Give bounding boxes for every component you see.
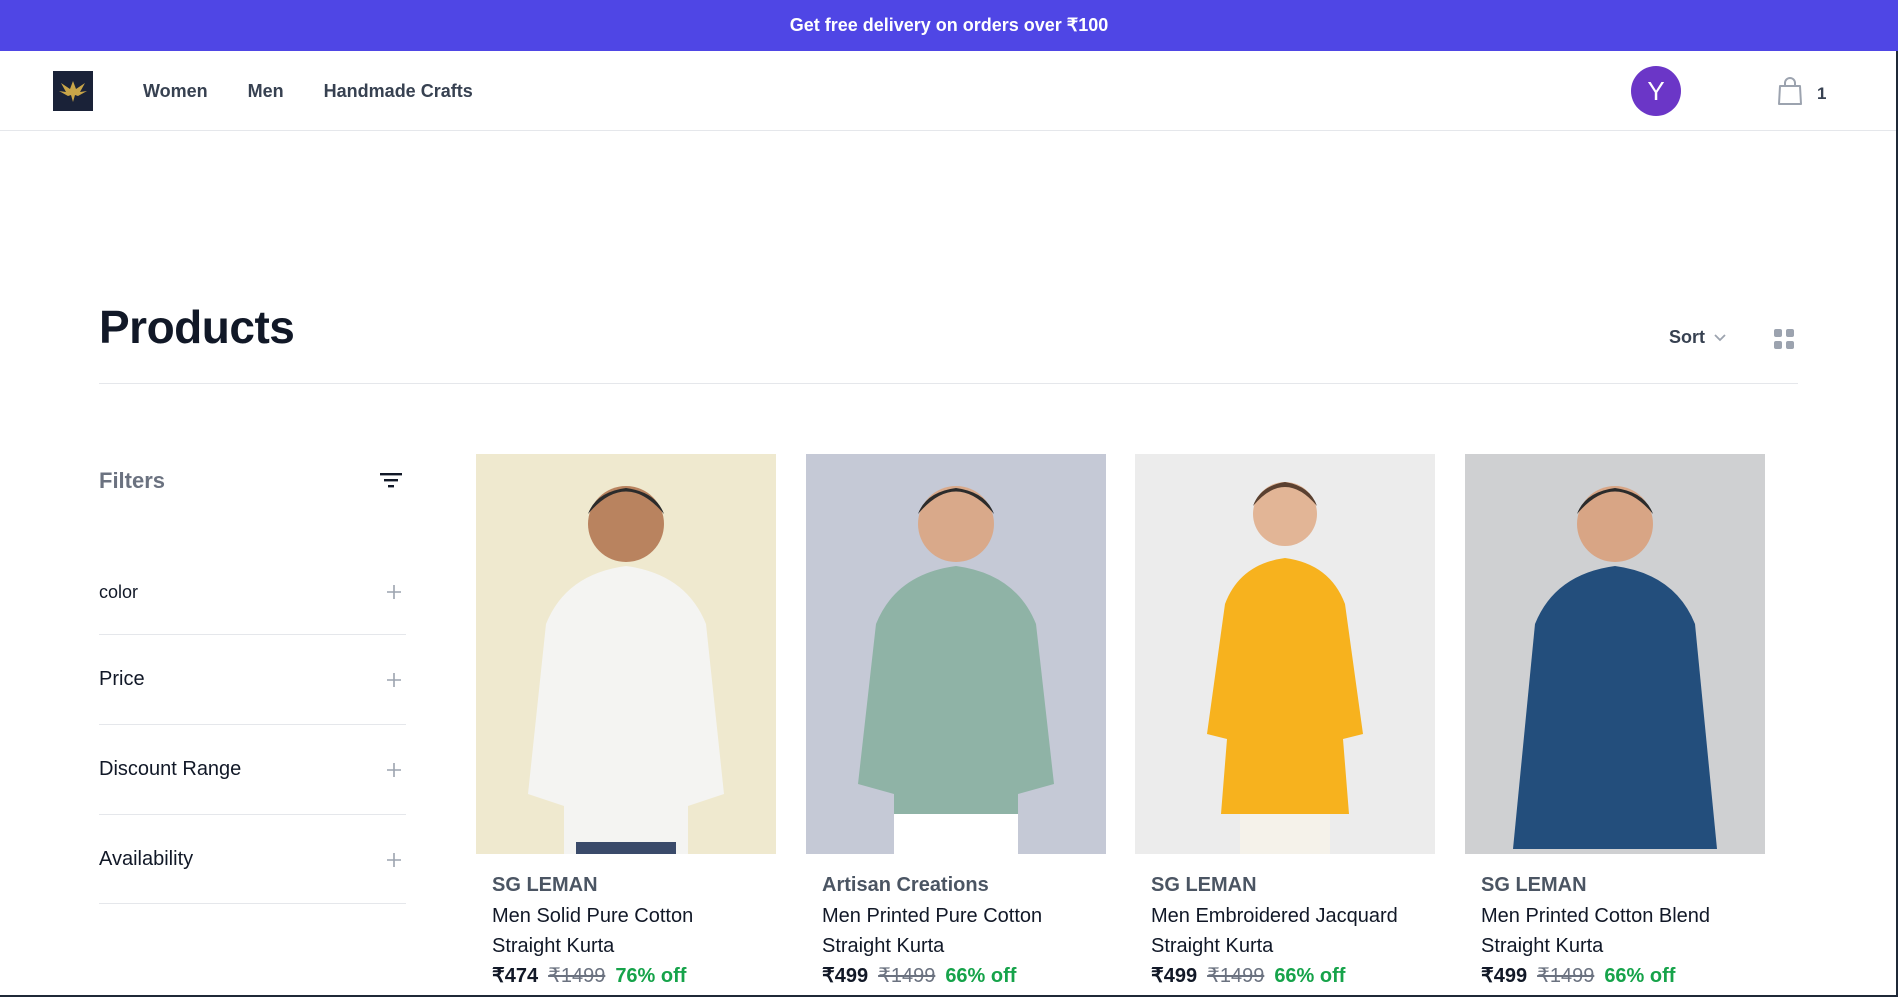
product-name[interactable]: Men Printed Pure Cotton Straight Kurta — [822, 901, 1090, 961]
avatar-initial: Y — [1647, 75, 1665, 106]
product-brand: SG LEMAN — [1481, 874, 1587, 896]
product-image[interactable] — [1465, 454, 1765, 854]
nav-link-men[interactable]: Men — [248, 81, 284, 102]
product-card[interactable]: SG LEMAN Men Embroidered Jacquard Straig… — [1135, 454, 1435, 989]
filter-label: Availability — [99, 848, 194, 870]
product-name[interactable]: Men Solid Pure Cotton Straight Kurta — [492, 901, 760, 961]
product-brand: SG LEMAN — [492, 874, 598, 896]
product-image[interactable] — [806, 454, 1106, 854]
sort-dropdown[interactable]: Sort — [1669, 327, 1727, 348]
plus-icon — [386, 584, 402, 600]
phoenix-logo-icon[interactable] — [53, 71, 93, 111]
product-discount: 66% off — [945, 965, 1017, 987]
product-brand: Artisan Creations — [822, 874, 989, 896]
filter-lines-icon[interactable] — [379, 470, 403, 490]
plus-icon — [386, 672, 402, 688]
heading-divider — [99, 383, 1798, 384]
price-row: ₹474 ₹1499 76% off — [492, 963, 760, 989]
product-discount: 66% off — [1604, 965, 1676, 987]
plus-icon — [386, 852, 402, 868]
product-price: ₹499 — [1151, 965, 1198, 987]
filter-section-discount-range[interactable]: Discount Range — [99, 725, 406, 815]
price-row: ₹499 ₹1499 66% off — [1151, 963, 1419, 989]
product-image[interactable] — [1135, 454, 1435, 854]
nav-link-handmade-crafts[interactable]: Handmade Crafts — [324, 81, 473, 102]
filters-title: Filters — [99, 468, 166, 493]
filter-section-color[interactable]: color — [99, 560, 406, 635]
product-price: ₹474 — [492, 965, 539, 987]
user-avatar[interactable]: Y — [1631, 66, 1681, 116]
product-mrp: ₹1499 — [878, 965, 936, 987]
product-brand: SG LEMAN — [1151, 874, 1257, 896]
chevron-down-icon — [1713, 327, 1727, 348]
product-discount: 76% off — [615, 965, 687, 987]
product-mrp: ₹1499 — [548, 965, 606, 987]
filter-label: Price — [99, 668, 145, 690]
product-name[interactable]: Men Printed Cotton Blend Straight Kurta — [1481, 901, 1749, 961]
plus-icon — [386, 762, 402, 778]
promo-banner: Get free delivery on orders over ₹100 — [0, 0, 1898, 51]
shopping-bag-icon — [1777, 76, 1803, 111]
product-name[interactable]: Men Embroidered Jacquard Straight Kurta — [1151, 901, 1419, 961]
filter-label: color — [99, 582, 139, 602]
main-nav: Women Men Handmade Crafts — [143, 51, 473, 131]
nav-link-women[interactable]: Women — [143, 81, 208, 102]
grid-view-icon[interactable] — [1773, 328, 1795, 350]
filter-section-availability[interactable]: Availability — [99, 815, 406, 904]
filter-section-price[interactable]: Price — [99, 635, 406, 725]
product-mrp: ₹1499 — [1537, 965, 1595, 987]
promo-banner-text: Get free delivery on orders over ₹100 — [789, 15, 1109, 35]
cart-button[interactable]: 1 — [1777, 76, 1826, 111]
product-discount: 66% off — [1274, 965, 1346, 987]
price-row: ₹499 ₹1499 66% off — [822, 963, 1090, 989]
page-title: Products — [99, 301, 295, 353]
product-card[interactable]: SG LEMAN Men Printed Cotton Blend Straig… — [1465, 454, 1765, 989]
price-row: ₹499 ₹1499 66% off — [1481, 963, 1749, 989]
cart-count: 1 — [1817, 83, 1827, 103]
product-card[interactable]: Artisan Creations Men Printed Pure Cotto… — [806, 454, 1106, 989]
filter-label: Discount Range — [99, 758, 242, 780]
product-mrp: ₹1499 — [1207, 965, 1265, 987]
product-price: ₹499 — [822, 965, 869, 987]
product-image[interactable] — [476, 454, 776, 854]
product-price: ₹499 — [1481, 965, 1528, 987]
product-card[interactable]: SG LEMAN Men Solid Pure Cotton Straight … — [476, 454, 776, 989]
sort-label: Sort — [1669, 327, 1705, 347]
top-navbar: Women Men Handmade Crafts Y 1 — [0, 51, 1898, 131]
